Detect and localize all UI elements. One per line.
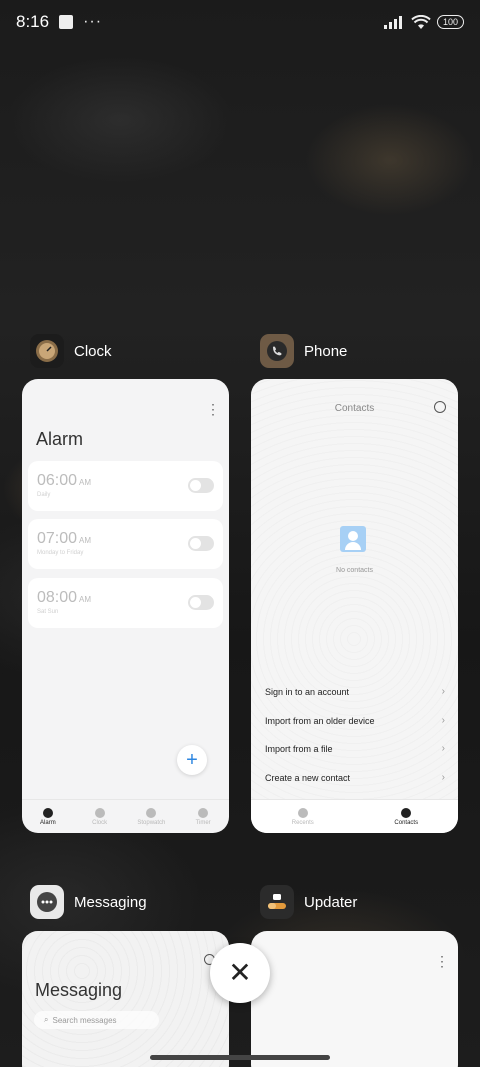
status-bar: 8:16 ··· 100 bbox=[0, 0, 480, 44]
screen-title: Messaging bbox=[35, 980, 123, 1000]
alarm-toggle bbox=[188, 595, 214, 610]
status-time: 8:16 bbox=[16, 12, 50, 31]
more-options-icon: ⋮ bbox=[206, 401, 220, 417]
timer-icon bbox=[198, 807, 209, 818]
updater-app-icon bbox=[260, 885, 294, 919]
alarm-ampm: AM bbox=[79, 478, 92, 487]
alarm-ampm: AM bbox=[79, 536, 92, 545]
app-name: Messaging bbox=[74, 893, 147, 911]
action-sign-in: Sign in to an account › bbox=[265, 686, 445, 697]
action-import-device: Import from an older device › bbox=[265, 715, 445, 726]
alarm-row: 07:00 AM Monday to Friday bbox=[28, 519, 223, 569]
action-label: Import from a file bbox=[265, 743, 333, 754]
signal-icon bbox=[384, 16, 402, 29]
person-icon bbox=[401, 807, 412, 818]
search-placeholder: Search messages bbox=[52, 1015, 117, 1025]
nav-item-timer: Timer bbox=[177, 800, 229, 833]
alarm-repeat: Monday to Friday bbox=[37, 550, 84, 556]
recent-card-phone[interactable]: Contacts No contacts Sign in to an accou… bbox=[251, 379, 458, 833]
nav-label: Contacts bbox=[394, 819, 419, 826]
battery-icon: 100 bbox=[437, 15, 464, 29]
recent-app-header-messaging[interactable]: Messaging bbox=[30, 885, 147, 919]
recent-card-messaging[interactable]: Messaging ⌕ Search messages bbox=[22, 931, 229, 1067]
action-create-contact: Create a new contact › bbox=[265, 772, 445, 783]
app-name: Phone bbox=[304, 342, 348, 360]
screen-title: Contacts bbox=[334, 403, 375, 414]
more-options-icon: ⋮ bbox=[435, 953, 449, 969]
bottom-nav: Recents Contacts bbox=[251, 799, 458, 833]
nav-label: Recents bbox=[291, 819, 314, 826]
alarm-ampm: AM bbox=[79, 595, 92, 604]
bottom-nav: Alarm Clock Stopwatch Timer bbox=[22, 799, 229, 833]
clock-icon bbox=[94, 807, 105, 818]
more-notifications-icon: ··· bbox=[83, 13, 103, 30]
nav-label: Clock bbox=[92, 819, 108, 826]
nav-item-clock: Clock bbox=[74, 800, 126, 833]
alarm-icon bbox=[42, 807, 53, 818]
recent-card-clock[interactable]: ⋮ Alarm 06:00 AM Daily 07:00 AM Monday to … bbox=[22, 379, 229, 833]
alarm-toggle bbox=[188, 478, 214, 493]
alarm-row: 06:00 AM Daily bbox=[28, 461, 223, 511]
recent-app-header-clock[interactable]: Clock bbox=[30, 334, 112, 368]
screen-title: Alarm bbox=[36, 429, 84, 449]
phone-icon bbox=[297, 807, 308, 818]
action-label: Sign in to an account bbox=[265, 686, 350, 697]
action-label: Import from an older device bbox=[265, 715, 375, 726]
recent-app-header-updater[interactable]: Updater bbox=[260, 885, 357, 919]
nav-label: Stopwatch bbox=[137, 819, 166, 826]
alarm-toggle bbox=[188, 536, 214, 551]
wifi-icon bbox=[411, 14, 431, 29]
nav-label: Timer bbox=[195, 819, 211, 826]
alarm-repeat: Sat Sun bbox=[37, 609, 59, 615]
alarm-repeat: Daily bbox=[37, 492, 51, 498]
clock-app-icon bbox=[30, 334, 64, 368]
screenshot-notification-icon bbox=[59, 15, 74, 29]
app-name: Updater bbox=[304, 893, 358, 911]
close-icon: ✕ bbox=[228, 957, 252, 988]
chevron-right-icon: › bbox=[441, 743, 445, 754]
stopwatch-icon bbox=[146, 807, 157, 818]
chevron-right-icon: › bbox=[441, 715, 445, 726]
nav-item-alarm: Alarm bbox=[22, 800, 74, 833]
contact-avatar-icon bbox=[340, 526, 366, 552]
nav-item-recents: Recents bbox=[251, 800, 355, 833]
messaging-app-icon bbox=[30, 885, 64, 919]
recent-card-updater[interactable]: ⋮ bbox=[251, 931, 458, 1067]
nav-item-contacts: Contacts bbox=[355, 800, 459, 833]
settings-gear-icon bbox=[434, 401, 446, 413]
alarm-row: 08:00 AM Sat Sun bbox=[28, 578, 223, 628]
search-field: ⌕ Search messages bbox=[34, 1011, 159, 1029]
nav-item-stopwatch: Stopwatch bbox=[126, 800, 178, 833]
phone-wallpaper-overlay bbox=[251, 379, 458, 833]
nav-label: Alarm bbox=[40, 819, 56, 826]
recent-app-header-phone[interactable]: Phone bbox=[260, 334, 347, 368]
clear-all-button[interactable]: ✕ bbox=[210, 943, 270, 1003]
chevron-right-icon: › bbox=[441, 686, 445, 697]
phone-app-icon bbox=[260, 334, 294, 368]
action-import-file: Import from a file › bbox=[265, 743, 445, 754]
chevron-right-icon: › bbox=[441, 772, 445, 783]
add-alarm-icon: + bbox=[177, 745, 207, 775]
app-name: Clock bbox=[74, 342, 112, 360]
alarm-time: 06:00 bbox=[37, 472, 78, 489]
home-indicator[interactable] bbox=[150, 1055, 330, 1060]
alarm-time: 08:00 bbox=[37, 589, 78, 606]
search-icon: ⌕ bbox=[44, 1015, 49, 1024]
alarm-time: 07:00 bbox=[37, 530, 78, 547]
empty-state-text: No contacts bbox=[336, 567, 373, 574]
action-label: Create a new contact bbox=[265, 772, 351, 783]
